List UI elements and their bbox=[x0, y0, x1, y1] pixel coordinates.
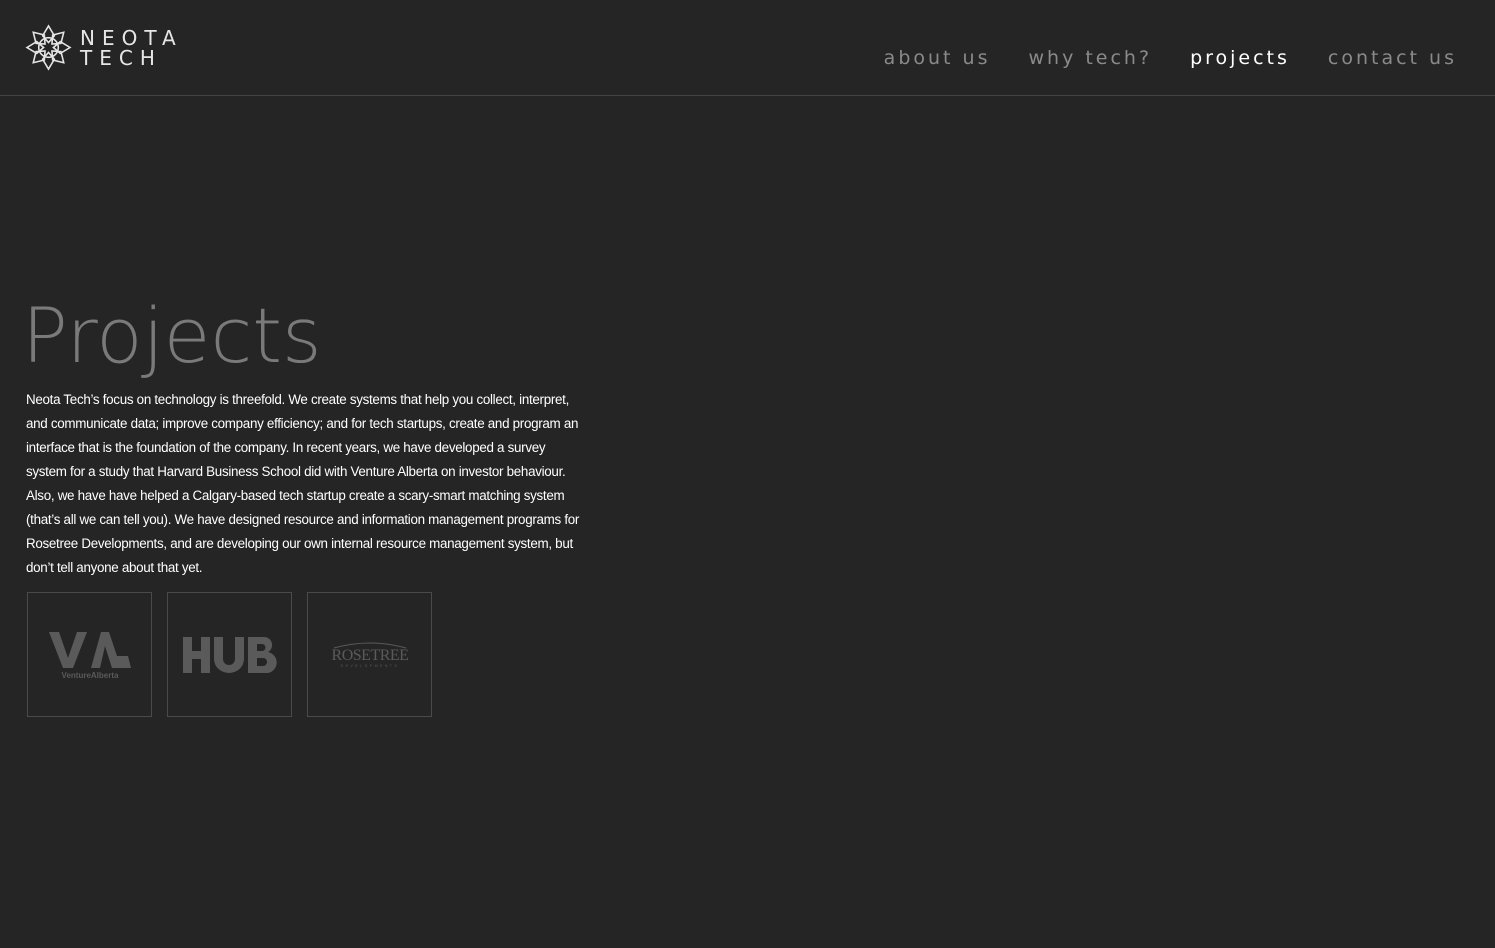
nav-item-about-us[interactable]: about us bbox=[884, 47, 991, 69]
project-tile-venture-alberta[interactable]: VentureAlberta bbox=[27, 592, 152, 717]
project-tile-hub[interactable] bbox=[167, 592, 292, 717]
projects-grid: VentureAlberta ROSETREE DEVELOPMENTS bbox=[27, 592, 432, 717]
nav-item-contact-us[interactable]: contact us bbox=[1328, 47, 1457, 69]
brand-logo-link[interactable]: NEOTA TECH bbox=[25, 24, 183, 71]
venture-alberta-caption: VentureAlberta bbox=[61, 671, 118, 680]
nav-item-why-tech[interactable]: why tech? bbox=[1028, 47, 1152, 69]
page-title: Projects bbox=[22, 291, 322, 380]
neota-flower-icon bbox=[26, 24, 71, 70]
nav-item-projects[interactable]: projects bbox=[1190, 47, 1290, 69]
hub-logo-icon bbox=[182, 636, 277, 673]
main-nav: about us why tech? projects contact us bbox=[884, 47, 1457, 69]
venture-alberta-logo-icon: VentureAlberta bbox=[48, 631, 131, 680]
projects-intro-text: Neota Tech’s focus on technology is thre… bbox=[26, 392, 580, 575]
brand-wordmark: NEOTA TECH bbox=[80, 28, 183, 68]
brand-name-line2: TECH bbox=[80, 45, 162, 70]
rosetree-wordmark: ROSETREE bbox=[331, 647, 408, 664]
rosetree-logo-icon: ROSETREE DEVELOPMENTS bbox=[331, 642, 408, 668]
brand-name-line1: NEOTA bbox=[80, 25, 183, 50]
rosetree-caption: DEVELOPMENTS bbox=[340, 664, 399, 668]
project-tile-rosetree[interactable]: ROSETREE DEVELOPMENTS bbox=[307, 592, 432, 717]
site-header: NEOTA TECH about us why tech? projects c… bbox=[0, 0, 1495, 96]
